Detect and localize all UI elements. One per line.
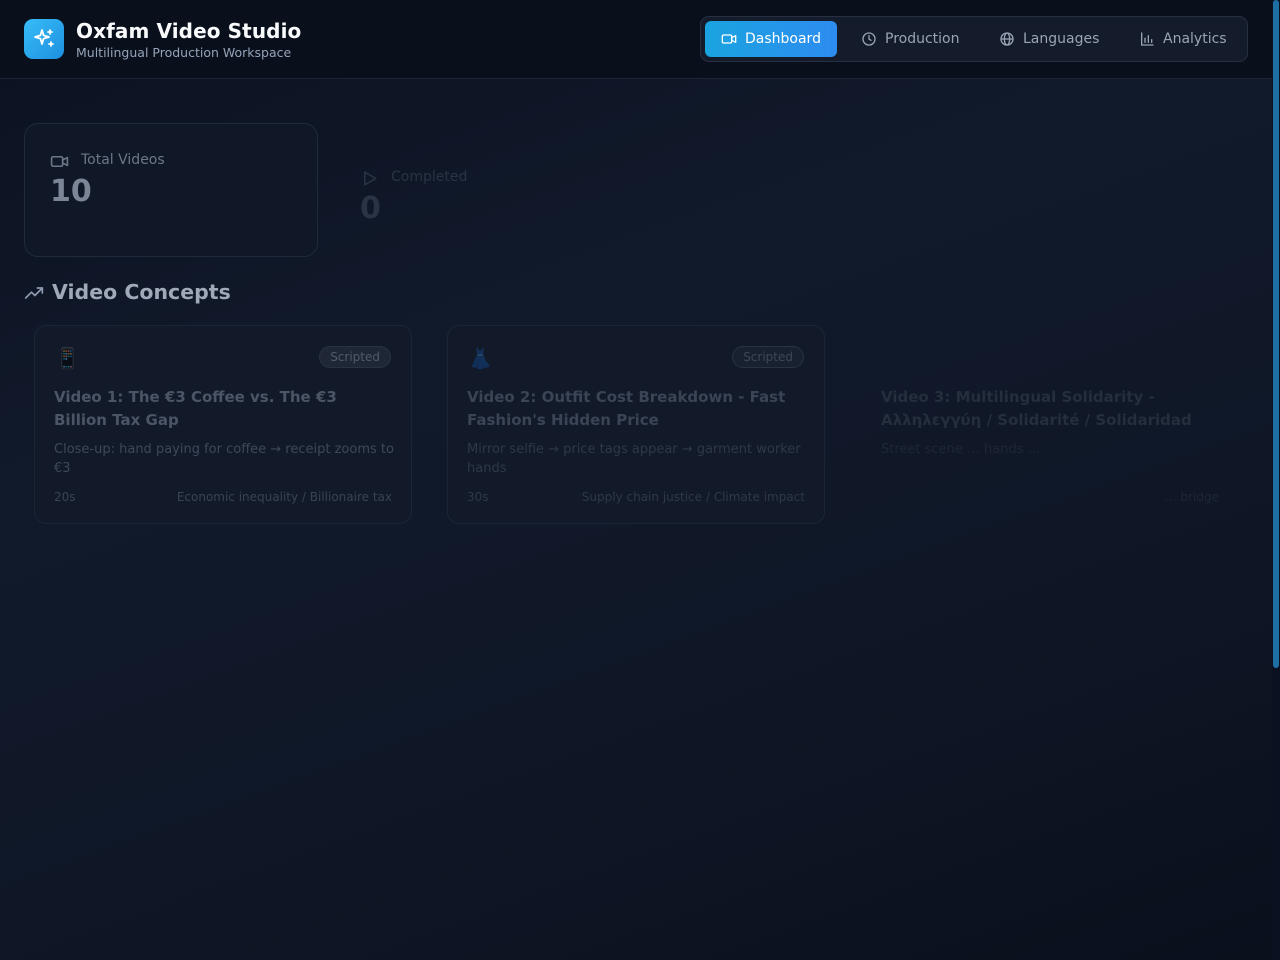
clock-icon [862, 32, 876, 46]
nav-languages-label: Languages [1023, 31, 1100, 47]
scrollbar-thumb[interactable] [1273, 0, 1279, 668]
nav-production[interactable]: Production [845, 21, 975, 57]
top-bar: Oxfam Video Studio Multilingual Producti… [0, 0, 1272, 79]
app-subtitle: Multilingual Production Workspace [76, 45, 292, 60]
concept-title: Video 1: The €3 Coffee vs. The €3 Billio… [54, 388, 337, 429]
sparkles-icon[interactable] [24, 19, 64, 59]
phone-icon: 📱 [55, 346, 80, 370]
nav-dashboard-label: Dashboard [745, 31, 821, 47]
bar-chart-icon [1141, 32, 1154, 46]
section-title-video-concepts: Video Concepts [52, 280, 231, 304]
stat-label: Completed [391, 169, 468, 185]
stat-card-total-videos: Total Videos 10 [24, 123, 318, 257]
concept-card[interactable]: Video 3: Multilingual Solidarity - Αλληλ… [861, 325, 1239, 524]
concept-description: Street scene … hands … [881, 442, 1041, 457]
concept-description: Mirror selfie → price tags appear → garm… [467, 442, 801, 476]
nav-analytics-label: Analytics [1163, 31, 1227, 47]
trending-up-icon [24, 287, 44, 299]
concept-theme: … bridge [1164, 490, 1219, 504]
video-camera-icon [50, 155, 69, 168]
stat-label: Total Videos [81, 152, 165, 168]
dress-icon: 👗 [468, 346, 493, 370]
nav-analytics[interactable]: Analytics [1123, 21, 1243, 57]
concept-theme: Economic inequality / Billionaire tax [176, 490, 392, 504]
concept-title: Video 3: Multilingual Solidarity - Αλληλ… [881, 388, 1192, 429]
nav-dashboard[interactable]: Dashboard [705, 21, 837, 57]
concept-theme: Supply chain justice / Climate impact [581, 490, 805, 504]
stat-card-completed: Completed 0 [334, 140, 628, 274]
status-badge: Scripted [732, 346, 804, 368]
main-nav: Dashboard Production Languages Analytics [700, 16, 1248, 62]
video-camera-icon [721, 34, 737, 44]
play-icon [363, 171, 377, 186]
concept-description: Close-up: hand paying for coffee → recei… [54, 442, 394, 476]
concept-card[interactable]: 👗 Scripted Video 2: Outfit Cost Breakdow… [447, 325, 825, 524]
status-badge: Scripted [319, 346, 391, 368]
concept-card[interactable]: 📱 Scripted Video 1: The €3 Coffee vs. Th… [34, 325, 412, 524]
nav-production-label: Production [885, 31, 960, 47]
app-title: Oxfam Video Studio [76, 19, 302, 43]
stat-value: 0 [360, 191, 381, 226]
concept-duration: 20s [54, 490, 76, 504]
concept-title: Video 2: Outfit Cost Breakdown - Fast Fa… [467, 388, 786, 429]
concept-duration: 30s [467, 490, 489, 504]
nav-languages[interactable]: Languages [983, 21, 1115, 57]
stat-value: 10 [50, 174, 92, 209]
globe-icon [1000, 32, 1014, 46]
